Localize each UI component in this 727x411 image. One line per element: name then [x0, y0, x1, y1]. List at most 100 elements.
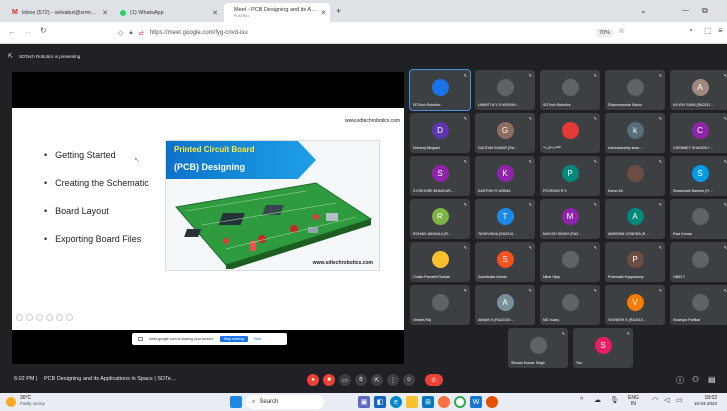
- participant-tile[interactable]: P ✎ POORANI R S: [540, 156, 600, 196]
- participant-tile[interactable]: S ✎ Sachibrata Nanda: [475, 242, 535, 282]
- address-bar[interactable]: ◇ 🔒︎ ⇄ https://meet.google.com/fyg-cnvd-…: [118, 26, 638, 40]
- participant-tile[interactable]: ✎ MD nuazy: [540, 285, 600, 325]
- mic-tray-icon[interactable]: 🎙︎: [610, 396, 619, 404]
- pcb-board-illustration: [175, 182, 373, 269]
- participant-tile[interactable]: M ✎ MAYURI SINGH (RA2…: [540, 199, 600, 239]
- emoji-icon[interactable]: ☺: [403, 374, 415, 386]
- word-icon[interactable]: W: [470, 396, 482, 408]
- edge-icon[interactable]: e: [390, 396, 402, 408]
- participant-name: POORANI R S: [543, 189, 567, 193]
- pen-icon[interactable]: [36, 314, 43, 321]
- participant-tile[interactable]: S ✎ You: [573, 328, 633, 368]
- close-icon[interactable]: ✕: [212, 9, 218, 17]
- new-tab-button[interactable]: +: [336, 6, 341, 16]
- more-options-icon[interactable]: ⋮: [387, 374, 399, 386]
- people-icon[interactable]: ⚇: [692, 375, 699, 384]
- participant-tile[interactable]: k ✎ krishnamurthy shan…: [605, 113, 665, 153]
- bookmark-star-icon[interactable]: ☆: [618, 26, 625, 35]
- wifi-icon[interactable]: ◠: [652, 396, 658, 404]
- participant-tile[interactable]: R ✎ ROHAN JANGALA (R…: [410, 199, 470, 239]
- participant-tile[interactable]: V ✎ VIGNESH S (RA2010…: [605, 285, 665, 325]
- hide-button[interactable]: Hide: [254, 337, 261, 341]
- tab-inbox[interactable]: M Inbox (572) - selvakut@srmi… ✕: [6, 3, 114, 22]
- participant-tile[interactable]: D ✎ Dheeraj Mingiani: [410, 113, 470, 153]
- file-explorer-icon[interactable]: [406, 396, 418, 408]
- chat-icon[interactable]: ▤: [708, 375, 716, 384]
- participant-tile[interactable]: S ✎ S KISHORE BHASKAR…: [410, 156, 470, 196]
- pocket-icon[interactable]: ◔: [688, 26, 693, 35]
- participant-tile[interactable]: ✎ Ravi Kumar: [670, 199, 727, 239]
- more-icon[interactable]: [66, 314, 73, 321]
- windows-start-icon[interactable]: [230, 396, 242, 408]
- cloud-icon[interactable]: ☁: [594, 396, 601, 404]
- stop-sharing-button[interactable]: Stop sharing: [219, 336, 248, 342]
- participant-tile[interactable]: A ✎ ABHIRAM VONDRA (R…: [605, 199, 665, 239]
- zoom-icon[interactable]: [56, 314, 63, 321]
- participant-tile[interactable]: ✎ Vishwa Raj: [410, 285, 470, 325]
- participant-tile[interactable]: K ✎ KARTHIK R VARMA: [475, 156, 535, 196]
- info-icon[interactable]: ⓘ: [676, 375, 684, 386]
- leave-call-button[interactable]: ✆: [425, 374, 443, 386]
- slide-next-icon[interactable]: [26, 314, 33, 321]
- participant-tile[interactable]: ✎ Shivam Kumar Singh: [508, 328, 568, 368]
- participant-tile[interactable]: T ✎ TASHVIKHA (RA2010…: [475, 199, 535, 239]
- battery-icon[interactable]: ▭: [676, 396, 683, 404]
- tray-chevron-icon[interactable]: ^: [580, 397, 583, 404]
- language-indicator[interactable]: ENG IN: [628, 395, 639, 407]
- task-view-icon[interactable]: ▣: [358, 396, 370, 408]
- zoom-level[interactable]: 70%: [596, 29, 614, 37]
- close-icon[interactable]: ✕: [102, 9, 108, 17]
- mic-muted-icon: ✎: [658, 116, 662, 121]
- bullet-item: Exporting Board Files: [44, 234, 141, 244]
- participant-tile[interactable]: ✎ Dharmananda Sahoo: [605, 70, 665, 110]
- participant-tile[interactable]: ✎ Swarupa Parlikar: [670, 285, 727, 325]
- captions-icon[interactable]: ▭: [339, 374, 351, 386]
- participant-avatar: D: [431, 122, 449, 140]
- extensions-icon[interactable]: ⬚: [704, 26, 712, 35]
- camera-off-icon[interactable]: ■: [323, 374, 335, 386]
- tab-whatsapp-label: (1) WhatsApp: [130, 9, 164, 16]
- present-icon[interactable]: ⇱: [371, 374, 383, 386]
- teams-icon[interactable]: ◧: [374, 396, 386, 408]
- weather-widget[interactable]: 30°C Partly sunny: [20, 395, 45, 407]
- participant-tile[interactable]: ✎ UMMITI N V S KRISHN…: [475, 70, 535, 110]
- minimize-button[interactable]: —: [682, 7, 689, 14]
- participant-tile[interactable]: P ✎ Pramnath Kuppusamy: [605, 242, 665, 282]
- store-icon[interactable]: ⊞: [422, 396, 434, 408]
- mic-muted-icon: ✎: [593, 159, 597, 164]
- chrome-icon[interactable]: [454, 396, 466, 408]
- taskbar-search[interactable]: ⌕ Search: [246, 395, 324, 409]
- mic-muted-icon: ✎: [593, 202, 597, 207]
- participant-tile[interactable]: A ✎ AYUSH SAINI (RA2011…: [670, 70, 727, 110]
- grid-icon[interactable]: [46, 314, 53, 321]
- restore-button[interactable]: ⧉: [702, 6, 708, 16]
- participant-tile[interactable]: ✎ LIBIN T: [670, 242, 727, 282]
- participant-tile[interactable]: ✎ Challa Parvathi Rudrah: [410, 242, 470, 282]
- participant-tile[interactable]: ✎ சுப்பிரமணி: [540, 113, 600, 153]
- tab-whatsapp[interactable]: (1) WhatsApp ✕: [114, 3, 224, 22]
- participant-tile[interactable]: ✎ Karan MJ: [605, 156, 665, 196]
- participant-name: Karan MJ: [608, 189, 624, 193]
- participant-tile[interactable]: ✎ SDTech Robotics: [540, 70, 600, 110]
- browser-icon[interactable]: [486, 396, 498, 408]
- close-icon[interactable]: ✕: [321, 9, 327, 17]
- participant-tile[interactable]: C ✎ CHENMEY SHANDILY…: [670, 113, 727, 153]
- back-arrow-icon[interactable]: ←: [8, 27, 16, 36]
- slide-prev-icon[interactable]: [16, 314, 23, 321]
- mic-off-icon[interactable]: ●: [307, 374, 319, 386]
- clock[interactable]: 18:02 10-04-2023: [694, 395, 717, 407]
- participant-name: Swarupa Parlikar: [673, 318, 701, 322]
- participant-tile[interactable]: G ✎ GAUTAM KUMAR (RA…: [475, 113, 535, 153]
- volume-icon[interactable]: ◁: [664, 396, 669, 404]
- forward-arrow-icon[interactable]: →: [24, 27, 32, 36]
- menu-icon[interactable]: ≡: [718, 26, 723, 35]
- participant-tile[interactable]: S ✎ Shashwath Naveen (R…: [670, 156, 727, 196]
- reload-icon[interactable]: ↻: [40, 26, 47, 35]
- raise-hand-icon[interactable]: ✋︎: [355, 374, 367, 386]
- participant-tile[interactable]: ✎ Nihal Vijay: [540, 242, 600, 282]
- tab-list-chevron-icon[interactable]: ⌄: [640, 6, 647, 15]
- participant-tile[interactable]: ✎ SDTech Robotics: [409, 69, 471, 111]
- tab-meet[interactable]: Meet - PCB Designing and its A… PLAYING …: [224, 3, 330, 22]
- participant-tile[interactable]: A ✎ Abhijith S (RA20100…: [475, 285, 535, 325]
- firefox-icon[interactable]: [438, 396, 450, 408]
